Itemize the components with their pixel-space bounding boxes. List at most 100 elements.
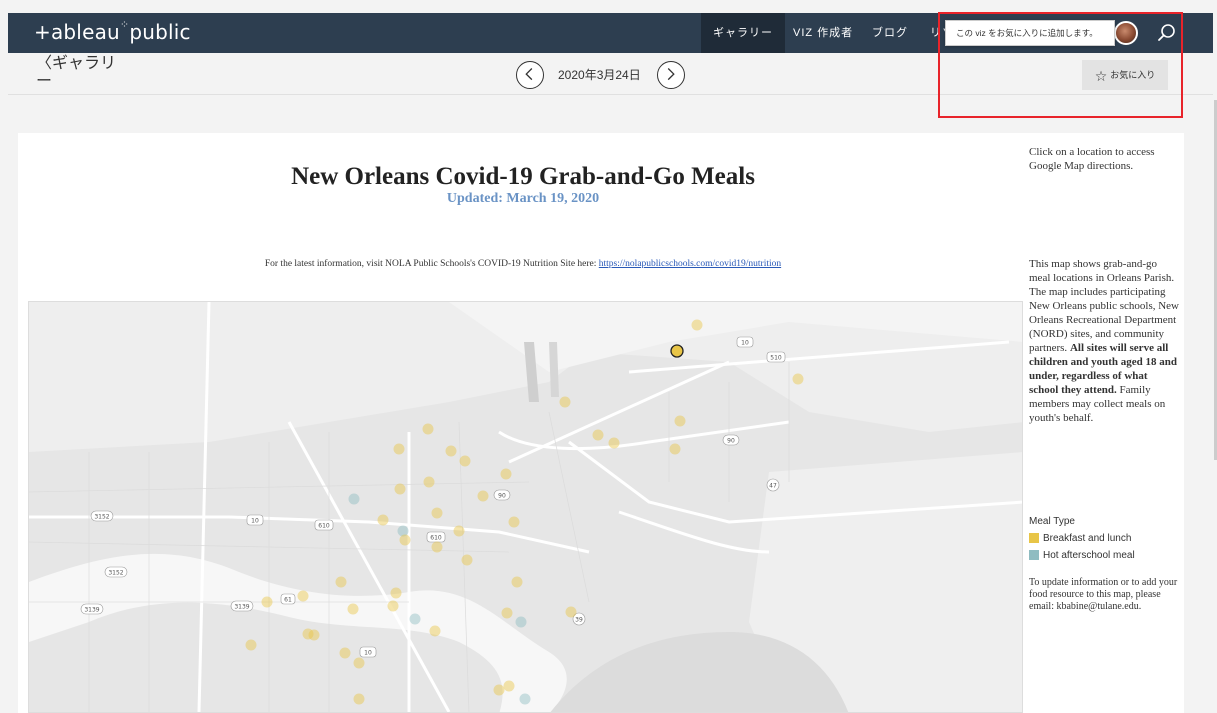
- meal-location-marker[interactable]: [691, 319, 703, 331]
- meal-location-marker[interactable]: [423, 476, 435, 488]
- meal-location-marker[interactable]: [559, 396, 571, 408]
- meal-location-marker[interactable]: [459, 455, 471, 467]
- meal-location-marker[interactable]: [422, 423, 434, 435]
- meal-location-marker[interactable]: [565, 606, 577, 618]
- meal-location-marker[interactable]: [261, 596, 273, 608]
- viz-subtitle: Updated: March 19, 2020: [446, 191, 600, 206]
- chevron-left-icon: [525, 68, 533, 81]
- svg-text:10: 10: [364, 650, 372, 657]
- meal-location-marker[interactable]: [308, 629, 320, 641]
- star-icon: ☆: [1094, 67, 1108, 84]
- meal-location-marker[interactable]: [409, 613, 421, 625]
- svg-text:47: 47: [769, 483, 777, 490]
- meal-location-marker[interactable]: [508, 516, 520, 528]
- meal-location-marker[interactable]: [500, 468, 512, 480]
- favorite-tooltip: この viz をお気に入りに追加します。: [945, 20, 1115, 46]
- meal-location-marker[interactable]: [453, 525, 465, 537]
- svg-text:90: 90: [498, 493, 506, 500]
- viz-container: New Orleans Covid-19 Grab-and-Go Meals U…: [18, 133, 1184, 713]
- meal-location-marker[interactable]: [461, 554, 473, 566]
- route-shield: 10: [246, 514, 264, 526]
- meal-location-marker[interactable]: [493, 684, 505, 696]
- meal-location-marker[interactable]: [515, 616, 527, 628]
- next-date-button[interactable]: [657, 61, 685, 89]
- meal-location-marker[interactable]: [501, 607, 513, 619]
- meal-location-marker[interactable]: [431, 507, 443, 519]
- meal-location-marker[interactable]: [511, 576, 523, 588]
- route-shield: 90: [722, 434, 740, 446]
- chevron-right-icon: [667, 68, 675, 81]
- meal-location-marker[interactable]: [669, 443, 681, 455]
- meal-location-marker[interactable]: [608, 437, 620, 449]
- meal-location-marker[interactable]: [348, 493, 360, 505]
- meal-location-marker[interactable]: [387, 600, 399, 612]
- meal-location-marker[interactable]: [339, 647, 351, 659]
- meal-location-marker[interactable]: [297, 590, 309, 602]
- favorite-button[interactable]: ☆ お気に入り: [1082, 60, 1168, 90]
- update-note: To update information or to add your foo…: [1029, 577, 1178, 612]
- viz-title: New Orleans Covid-19 Grab-and-Go Meals: [291, 163, 755, 190]
- nav-gallery[interactable]: ギャラリー: [701, 13, 785, 53]
- legend-item-breakfast-lunch[interactable]: Breakfast and lunch: [1029, 532, 1131, 546]
- svg-text:10: 10: [741, 340, 749, 347]
- meal-location-marker[interactable]: [429, 625, 441, 637]
- map-description: This map shows grab-and-go meal location…: [1029, 258, 1179, 424]
- svg-text:3152: 3152: [108, 570, 123, 577]
- map-canvas[interactable]: 10 510 90 47 3152 10 610 90 610 3152 313…: [29, 302, 1023, 713]
- svg-text:61: 61: [284, 597, 292, 604]
- meal-location-marker[interactable]: [503, 680, 515, 692]
- svg-text:10: 10: [251, 518, 259, 525]
- meal-location-marker[interactable]: [353, 693, 365, 705]
- nav-viz-authors[interactable]: VIZ 作成者: [781, 13, 865, 53]
- svg-text:3139: 3139: [84, 607, 99, 614]
- legend-swatch: [1029, 550, 1039, 561]
- back-to-gallery-link[interactable]: 〈ギャラリー: [36, 55, 116, 91]
- meal-location-marker[interactable]: [592, 429, 604, 441]
- legend-item-hot-meal[interactable]: Hot afterschool meal: [1029, 549, 1135, 563]
- meal-location-marker[interactable]: [399, 534, 411, 546]
- meal-location-marker[interactable]: [377, 514, 389, 526]
- meal-location-marker[interactable]: [445, 445, 457, 457]
- svg-text:610: 610: [318, 523, 330, 530]
- svg-text:3152: 3152: [94, 514, 109, 521]
- route-shield: 3152: [90, 510, 114, 522]
- svg-text:510: 510: [770, 355, 782, 362]
- selected-meal-location-marker[interactable]: [670, 344, 684, 358]
- route-shield: 3139: [80, 603, 104, 615]
- meal-locations-map[interactable]: 10 510 90 47 3152 10 610 90 610 3152 313…: [28, 301, 1023, 713]
- meal-location-marker[interactable]: [431, 541, 443, 553]
- route-shield: 10: [736, 336, 754, 348]
- meal-location-marker[interactable]: [792, 373, 804, 385]
- meal-location-marker[interactable]: [394, 483, 406, 495]
- route-shield: 61: [280, 593, 296, 605]
- meal-location-marker[interactable]: [353, 657, 365, 669]
- route-shield: 610: [314, 519, 334, 531]
- svg-text:90: 90: [727, 438, 735, 445]
- route-shield: 3152: [104, 566, 128, 578]
- directions-note: Click on a location to access Google Map…: [1029, 146, 1155, 172]
- meal-location-marker[interactable]: [347, 603, 359, 615]
- route-shield: 90: [493, 489, 511, 501]
- user-avatar[interactable]: [1114, 21, 1138, 45]
- search-icon[interactable]: [1156, 22, 1178, 44]
- meal-location-marker[interactable]: [477, 490, 489, 502]
- legend-title: Meal Type: [1029, 516, 1075, 527]
- tableau-public-logo[interactable]: +ableau⁘public: [34, 18, 191, 44]
- meal-location-marker[interactable]: [519, 693, 531, 705]
- meal-location-marker[interactable]: [390, 587, 402, 599]
- previous-date-button[interactable]: [516, 61, 544, 89]
- meal-location-marker[interactable]: [245, 639, 257, 651]
- route-shield: 10: [359, 646, 377, 658]
- meal-location-marker[interactable]: [674, 415, 686, 427]
- meal-location-marker[interactable]: [393, 443, 405, 455]
- info-line: For the latest information, visit NOLA P…: [264, 259, 782, 269]
- svg-text:610: 610: [430, 535, 442, 542]
- route-shield: 510: [766, 351, 786, 363]
- nutrition-site-link[interactable]: https://nolapublicschools.com/covid19/nu…: [599, 259, 781, 269]
- svg-text:39: 39: [575, 617, 583, 624]
- nav-blog[interactable]: ブログ: [860, 13, 920, 53]
- route-shield: 47: [766, 478, 780, 492]
- date-label: 2020年3月24日: [558, 68, 641, 82]
- meal-location-marker[interactable]: [335, 576, 347, 588]
- svg-text:3139: 3139: [234, 604, 249, 611]
